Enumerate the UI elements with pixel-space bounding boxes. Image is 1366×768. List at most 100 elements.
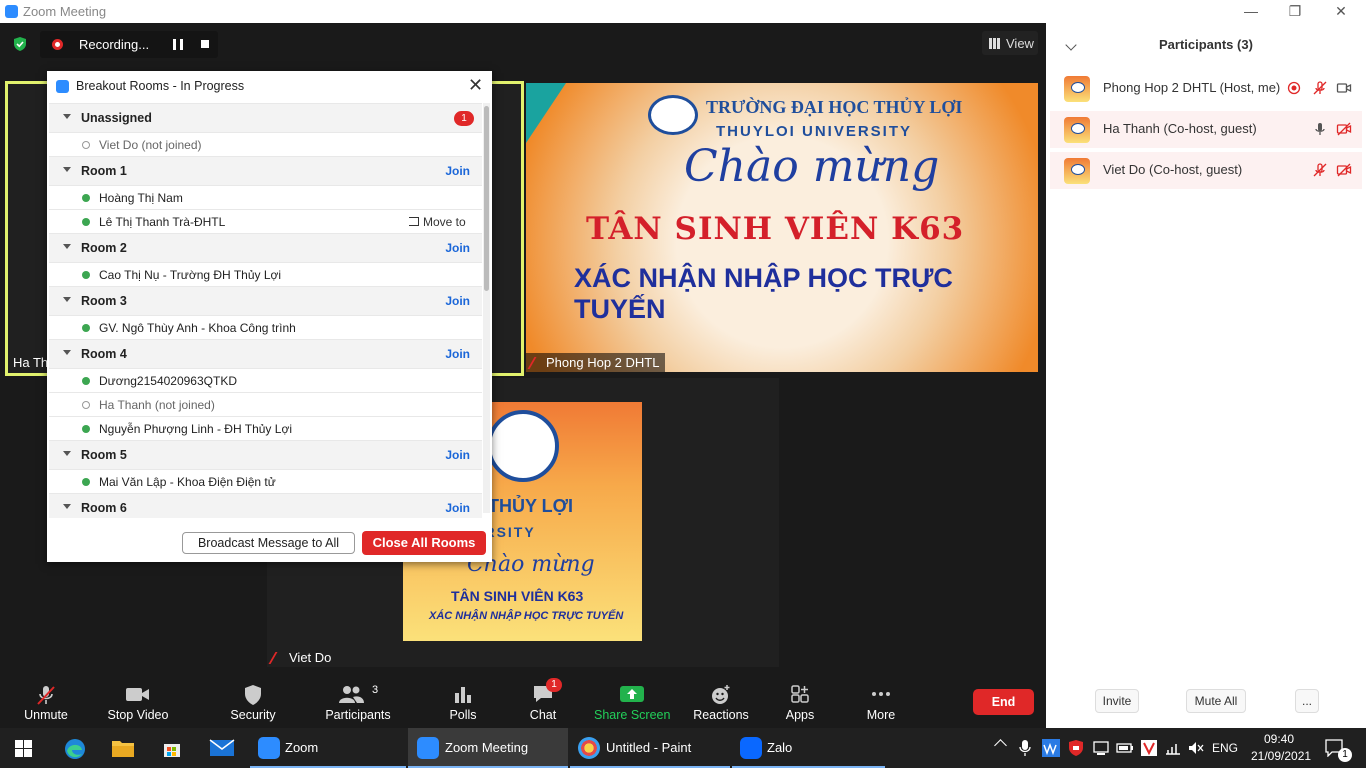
- participant-list-item[interactable]: Ha Thanh (Co-host, guest): [1050, 111, 1362, 148]
- room-group-room-2[interactable]: Room 2 Join: [49, 233, 482, 262]
- file-explorer-icon[interactable]: [111, 738, 135, 758]
- room-group-room-1[interactable]: Room 1 Join: [49, 156, 482, 185]
- avatar: [1064, 76, 1090, 102]
- room-group-unassigned[interactable]: Unassigned 1: [49, 103, 482, 132]
- apps-button[interactable]: Apps: [780, 677, 820, 728]
- participant-name: Ha Thanh (not joined): [99, 398, 215, 412]
- mute-all-button[interactable]: Mute All: [1186, 689, 1246, 713]
- vietkey-tray-icon[interactable]: [1140, 739, 1158, 757]
- participant-row[interactable]: Dương2154020963QTKD: [49, 368, 482, 392]
- participant-row[interactable]: Nguyễn Phượng Linh - ĐH Thủy Lợi: [49, 416, 482, 440]
- participant-row[interactable]: Ha Thanh (not joined): [49, 392, 482, 416]
- windows-start-icon[interactable]: [15, 740, 32, 757]
- participant-row[interactable]: Viet Do (not joined): [49, 132, 482, 156]
- mail-icon[interactable]: [209, 739, 235, 757]
- muted-mic-icon[interactable]: [1312, 162, 1328, 178]
- tray-app-icon[interactable]: [1092, 739, 1110, 757]
- participants-panel: Participants (3) Phong Hop 2 DHTL (Host,…: [1046, 23, 1366, 728]
- taskbar-label: Zalo: [767, 740, 793, 755]
- clock-time[interactable]: 09:40: [1264, 732, 1294, 746]
- join-room-4-button[interactable]: Join: [445, 347, 470, 361]
- more-button[interactable]: More: [860, 677, 902, 728]
- close-window-button[interactable]: ✕: [1318, 0, 1364, 23]
- broadcast-message-button[interactable]: Broadcast Message to All: [182, 532, 355, 554]
- participant-name: Nguyễn Phượng Linh - ĐH Thủy Lợi: [99, 422, 292, 436]
- collapse-caret-icon[interactable]: [63, 350, 71, 355]
- end-meeting-button[interactable]: End: [973, 689, 1034, 715]
- participant-row[interactable]: GV. Ngô Thùy Anh - Khoa Công trình: [49, 315, 482, 339]
- poster-subline: XÁC NHẬN NHẬP HỌC TRỰC TUYẾN: [429, 610, 624, 622]
- collapse-caret-icon[interactable]: [63, 114, 71, 119]
- antivirus-shield-tray-icon[interactable]: [1067, 739, 1085, 757]
- room-group-room-5[interactable]: Room 5 Join: [49, 440, 482, 469]
- video-off-icon[interactable]: [1336, 162, 1352, 178]
- polls-button[interactable]: Polls: [442, 677, 484, 728]
- participant-row-selected[interactable]: Lê Thị Thanh Trà-ĐHTL Move to: [49, 209, 482, 233]
- collapse-caret-icon[interactable]: [63, 451, 71, 456]
- collapse-panel-chevron-icon[interactable]: [1065, 39, 1077, 51]
- join-room-1-button[interactable]: Join: [445, 164, 470, 178]
- edge-browser-icon[interactable]: [63, 737, 87, 761]
- move-to-button[interactable]: Move to: [409, 215, 466, 229]
- join-room-3-button[interactable]: Join: [445, 294, 470, 308]
- join-room-2-button[interactable]: Join: [445, 241, 470, 255]
- participant-name: Viet Do (Co-host, guest): [1103, 162, 1243, 177]
- taskbar-zoom[interactable]: Zoom: [250, 728, 406, 768]
- pause-recording-icon[interactable]: [173, 39, 183, 50]
- join-room-5-button[interactable]: Join: [445, 448, 470, 462]
- show-hidden-icons-chevron-icon[interactable]: [994, 739, 1007, 752]
- window-title: Zoom Meeting: [23, 4, 107, 19]
- security-shield-icon: [245, 685, 261, 705]
- video-camera-icon[interactable]: [1336, 80, 1352, 96]
- minimize-button[interactable]: —: [1228, 0, 1274, 23]
- room-group-room-3[interactable]: Room 3 Join: [49, 286, 482, 315]
- battery-tray-icon[interactable]: [1116, 739, 1134, 757]
- microsoft-store-icon[interactable]: [161, 737, 183, 759]
- zoom-app-icon: [258, 737, 280, 759]
- stop-recording-icon[interactable]: [201, 40, 209, 48]
- room-group-room-6[interactable]: Room 6 Join: [49, 493, 482, 518]
- welcome-banner-image: TRƯỜNG ĐẠI HỌC THỦY LỢI THUYLOI UNIVERSI…: [526, 83, 1038, 372]
- collapse-caret-icon[interactable]: [63, 167, 71, 172]
- input-language[interactable]: ENG: [1212, 741, 1238, 755]
- clock-date[interactable]: 21/09/2021: [1251, 749, 1311, 763]
- chat-button[interactable]: 1 Chat: [522, 677, 564, 728]
- microphone-tray-icon[interactable]: [1019, 739, 1031, 757]
- collapse-caret-icon[interactable]: [63, 244, 71, 249]
- security-button[interactable]: Security: [224, 677, 282, 728]
- participant-row[interactable]: Mai Văn Lập - Khoa Điện Điện tử: [49, 469, 482, 493]
- view-button[interactable]: View: [982, 31, 1038, 55]
- scrollbar-thumb[interactable]: [484, 106, 489, 291]
- participant-row[interactable]: Cao Thị Nụ - Trường ĐH Thủy Lợi: [49, 262, 482, 286]
- stop-video-button[interactable]: Stop Video: [104, 677, 172, 728]
- breakout-scrollbar[interactable]: [483, 103, 490, 513]
- close-all-rooms-button[interactable]: Close All Rooms: [362, 531, 486, 555]
- muted-mic-icon[interactable]: [1312, 80, 1328, 96]
- participant-row[interactable]: Hoàng Thị Nam: [49, 185, 482, 209]
- collapse-caret-icon[interactable]: [63, 297, 71, 302]
- more-options-button[interactable]: ...: [1295, 689, 1319, 713]
- join-room-6-button[interactable]: Join: [445, 501, 470, 515]
- grid-view-icon: [989, 38, 1000, 49]
- network-tray-icon[interactable]: [1164, 739, 1182, 757]
- restore-button[interactable]: ❐: [1272, 0, 1318, 23]
- room-group-room-4[interactable]: Room 4 Join: [49, 339, 482, 368]
- reactions-button[interactable]: Reactions: [692, 677, 750, 728]
- share-screen-button[interactable]: Share Screen: [594, 677, 670, 728]
- taskbar-zalo[interactable]: Zalo: [732, 728, 885, 768]
- participants-button[interactable]: 3 Participants: [322, 677, 394, 728]
- close-icon[interactable]: ✕: [468, 75, 483, 96]
- taskbar-zoom-meeting[interactable]: Zoom Meeting: [408, 728, 568, 768]
- participant-list-item[interactable]: Viet Do (Co-host, guest): [1050, 152, 1362, 189]
- mic-icon[interactable]: [1312, 121, 1328, 137]
- participant-list-item[interactable]: Phong Hop 2 DHTL (Host, me): [1050, 70, 1362, 107]
- video-off-icon[interactable]: [1336, 121, 1352, 137]
- unmute-button[interactable]: Unmute: [16, 677, 76, 728]
- wave-app-tray-icon[interactable]: [1042, 739, 1060, 757]
- collapse-caret-icon[interactable]: [63, 504, 71, 509]
- invite-button[interactable]: Invite: [1095, 689, 1139, 713]
- video-tile-phong-hop[interactable]: TRƯỜNG ĐẠI HỌC THỦY LỢI THUYLOI UNIVERSI…: [526, 83, 1038, 372]
- taskbar-paint[interactable]: Untitled - Paint: [570, 728, 730, 768]
- encryption-shield-icon[interactable]: [12, 36, 28, 52]
- speaker-muted-tray-icon[interactable]: [1187, 739, 1205, 757]
